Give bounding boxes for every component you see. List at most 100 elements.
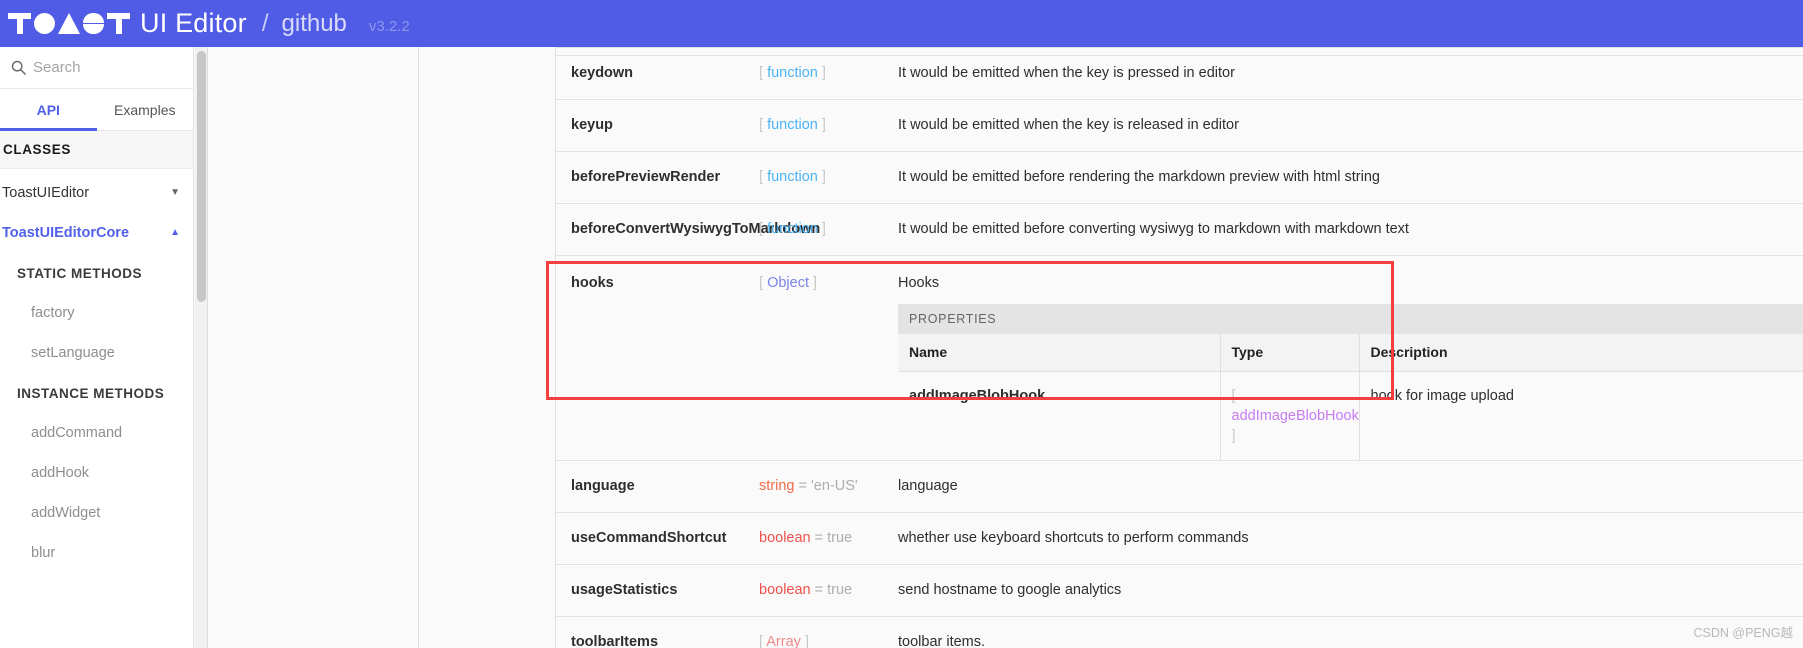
- type-link[interactable]: function: [767, 221, 818, 237]
- row-type: [ function ]: [744, 203, 883, 256]
- type-link[interactable]: Array: [766, 634, 801, 648]
- nested-header-row: Name Type Description: [898, 334, 1803, 372]
- type-link[interactable]: addImageBlobHook: [1232, 408, 1359, 424]
- nested-col-type: Type: [1220, 334, 1360, 372]
- table-row: usageStatistics boolean = true send host…: [556, 564, 1803, 617]
- properties-banner: PROPERTIES: [898, 304, 1803, 335]
- bracket-close: ]: [804, 634, 809, 648]
- sidebar-item-blur[interactable]: blur: [0, 533, 193, 573]
- row-type: [ function ]: [744, 99, 883, 152]
- row-name: keydown: [556, 47, 744, 100]
- sidebar-item-addwidget[interactable]: addWidget: [0, 493, 193, 533]
- sidebar-item-label: ToastUIEditor: [2, 185, 90, 201]
- sidebar-item-addhook[interactable]: addHook: [0, 453, 193, 493]
- row-description: whether use keyboard shortcuts to perfor…: [883, 512, 1803, 565]
- type-link[interactable]: function: [767, 65, 818, 81]
- search-icon: [10, 60, 26, 76]
- table-row: toolbarItems [ Array ] toolbar items.: [556, 616, 1803, 648]
- bracket-close: ]: [821, 65, 826, 81]
- row-type: [ Array ]: [744, 616, 883, 648]
- nested-row-name: addImageBlobHook: [898, 371, 1221, 461]
- bracket-close: ]: [813, 275, 818, 292]
- row-name: usageStatistics: [556, 564, 744, 617]
- type-link[interactable]: boolean: [759, 530, 811, 546]
- table-row: beforeConvertWysiwygToMarkdown [ functio…: [556, 203, 1803, 256]
- default-value: 'en-US': [811, 478, 858, 495]
- sidebar-item-toastuieditorcore[interactable]: ToastUIEditorCore ▲: [0, 213, 193, 253]
- bracket-open: [: [759, 275, 764, 292]
- column-rule-1: [418, 47, 419, 648]
- api-options-table: keydown [ function ] It would be emitted…: [556, 47, 1803, 648]
- repo-link[interactable]: github: [282, 10, 347, 38]
- app-root: UI Editor / github v3.2.2 Search API Exa…: [0, 0, 1803, 648]
- sidebar-scrollbar-thumb[interactable]: [197, 51, 206, 302]
- sidebar-item-factory[interactable]: factory: [0, 293, 193, 333]
- bracket-close: ]: [1231, 428, 1236, 445]
- search-box[interactable]: Search: [0, 47, 193, 89]
- chevron-down-icon: ▼: [170, 187, 180, 198]
- type-link[interactable]: boolean: [759, 582, 811, 598]
- nested-row-description: hook for image upload: [1370, 387, 1515, 404]
- sidebar-item-toastuieditor[interactable]: ToastUIEditor ▼: [0, 173, 193, 213]
- row-name: hooks: [556, 255, 744, 461]
- row-type: string = 'en-US': [744, 460, 883, 513]
- sidebar-item-addcommand[interactable]: addCommand: [0, 413, 193, 453]
- sidebar-nav: ToastUIEditor ▼ ToastUIEditorCore ▲ STAT…: [0, 169, 193, 573]
- bracket-open: [: [759, 65, 764, 81]
- row-type: boolean = true: [744, 512, 883, 565]
- header-separator: /: [261, 9, 269, 37]
- default-eq: =: [814, 530, 824, 547]
- app-header: UI Editor / github v3.2.2: [0, 0, 1803, 47]
- row-name: toolbarItems: [556, 616, 744, 648]
- type-link[interactable]: function: [767, 117, 818, 133]
- type-link[interactable]: Object: [767, 275, 809, 291]
- app-title: UI Editor: [140, 8, 247, 38]
- bracket-open: [: [759, 117, 764, 134]
- row-type: [ Object ]: [744, 255, 883, 461]
- bracket-close: ]: [821, 221, 826, 238]
- sidebar-tabs: API Examples: [0, 89, 193, 131]
- version-label: v3.2.2: [368, 18, 410, 35]
- sidebar-section-title: CLASSES: [0, 131, 193, 169]
- classes-label: CLASSES: [3, 142, 71, 157]
- table-row-hooks: hooks [ Object ] Hooks PROPERTIES Name T…: [556, 255, 1803, 461]
- bracket-close: ]: [821, 117, 826, 134]
- sidebar-item-label: ToastUIEditorCore: [2, 225, 130, 241]
- default-eq: =: [798, 478, 807, 495]
- nested-row-type: [ addImageBlobHook ]: [1220, 371, 1360, 461]
- type-link[interactable]: function: [767, 169, 818, 185]
- row-description: language: [883, 460, 1803, 513]
- sidebar-group-static-methods: STATIC METHODS: [17, 265, 142, 281]
- bracket-open: [: [759, 169, 764, 186]
- bracket-open: [: [1231, 387, 1236, 404]
- row-description: It would be emitted when the key is pres…: [883, 47, 1803, 100]
- row-name: beforeConvertWysiwygToMarkdown: [556, 203, 820, 256]
- row-name: keyup: [556, 99, 744, 152]
- toast-logo-icon[interactable]: [8, 13, 130, 34]
- row-description: toolbar items.: [883, 616, 1803, 648]
- nested-col-name: Name: [898, 334, 1221, 372]
- search-input[interactable]: Search: [33, 59, 81, 76]
- row-name: useCommandShortcut: [556, 512, 744, 565]
- row-name: beforePreviewRender: [556, 151, 744, 204]
- tab-examples[interactable]: Examples: [97, 89, 194, 130]
- sidebar-scrollbar-track[interactable]: [195, 47, 208, 648]
- table-row: language string = 'en-US' language: [556, 460, 1803, 513]
- sidebar: Search API Examples CLASSES ToastUIEdito…: [0, 47, 194, 648]
- table-row: useCommandShortcut boolean = true whethe…: [556, 512, 1803, 565]
- row-description: send hostname to google analytics: [883, 564, 1803, 617]
- sidebar-item-setlanguage[interactable]: setLanguage: [0, 333, 193, 373]
- row-description: It would be emitted before rendering the…: [883, 151, 1803, 204]
- table-row: keydown [ function ] It would be emitted…: [556, 47, 1803, 100]
- bracket-close: ]: [821, 169, 826, 186]
- row-type: boolean = true: [744, 564, 883, 617]
- bracket-open: [: [759, 221, 764, 238]
- default-eq: =: [814, 582, 824, 599]
- row-name: language: [556, 460, 744, 513]
- type-link[interactable]: string: [759, 478, 794, 494]
- main-content: keydown [ function ] It would be emitted…: [209, 47, 1803, 648]
- nested-col-description: Description: [1359, 334, 1803, 372]
- table-row: beforePreviewRender [ function ] It woul…: [556, 151, 1803, 204]
- tab-api[interactable]: API: [0, 89, 97, 131]
- sidebar-group-instance-methods: INSTANCE METHODS: [17, 385, 165, 401]
